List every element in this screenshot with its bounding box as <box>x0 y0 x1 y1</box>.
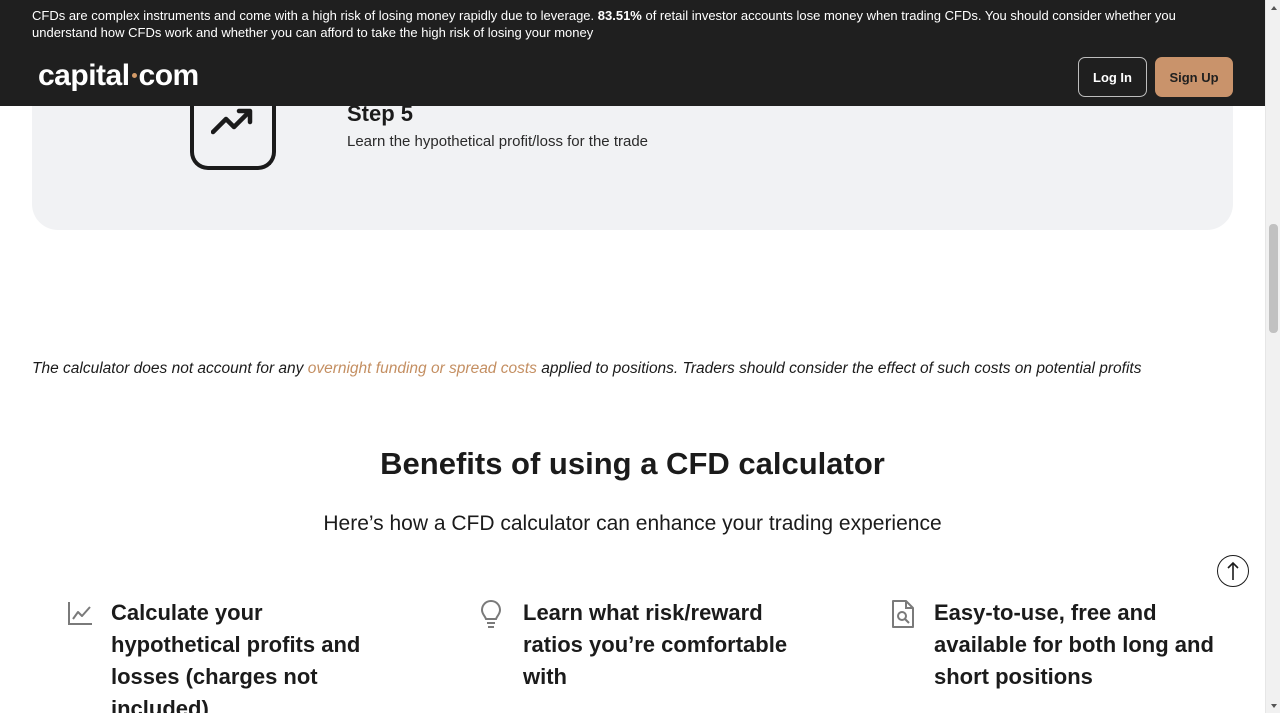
login-button[interactable]: Log In <box>1078 57 1147 97</box>
vertical-scrollbar[interactable] <box>1265 0 1280 713</box>
logo-text-right: com <box>138 59 200 92</box>
risk-warning-prefix: CFDs are complex instruments and come wi… <box>32 8 598 23</box>
benefits-title: Benefits of using a CFD calculator <box>380 446 885 481</box>
scroll-down-arrow-icon[interactable] <box>1266 698 1280 713</box>
logo-text-left: capital <box>38 59 130 92</box>
risk-warning: CFDs are complex instruments and come wi… <box>32 8 1232 41</box>
arrow-up-icon <box>1227 561 1239 580</box>
top-header: CFDs are complex instruments and come wi… <box>0 0 1265 106</box>
benefit-text: Learn what risk/reward ratios you’re com… <box>523 600 788 689</box>
risk-warning-percent: 83.51% <box>597 8 642 23</box>
benefits-subtitle: Here’s how a CFD calculator can enhance … <box>323 512 942 535</box>
step-description: Learn the hypothetical profit/loss for t… <box>347 133 649 150</box>
capital-com-logo[interactable]: capital com <box>38 58 199 94</box>
overnight-funding-link[interactable]: overnight funding or spread costs <box>308 360 537 377</box>
line-chart-icon <box>66 599 94 627</box>
costs-disclaimer: The calculator does not account for any … <box>32 360 1242 378</box>
back-to-top-button[interactable] <box>1217 555 1249 587</box>
lightbulb-icon <box>478 599 506 628</box>
logo-dot <box>131 72 137 78</box>
document-search-icon <box>889 599 917 628</box>
scrollbar-thumb[interactable] <box>1269 224 1278 333</box>
disclaimer-suffix: applied to positions. Traders should con… <box>536 360 1142 377</box>
benefit-text: Easy-to-use, free and available for both… <box>934 600 1214 689</box>
benefit-text: Calculate your hypothetical profits and … <box>111 600 361 713</box>
signup-button[interactable]: Sign Up <box>1155 57 1233 97</box>
scroll-up-arrow-icon[interactable] <box>1266 0 1280 15</box>
trending-up-icon <box>190 96 276 170</box>
disclaimer-prefix: The calculator does not account for any <box>32 360 308 377</box>
